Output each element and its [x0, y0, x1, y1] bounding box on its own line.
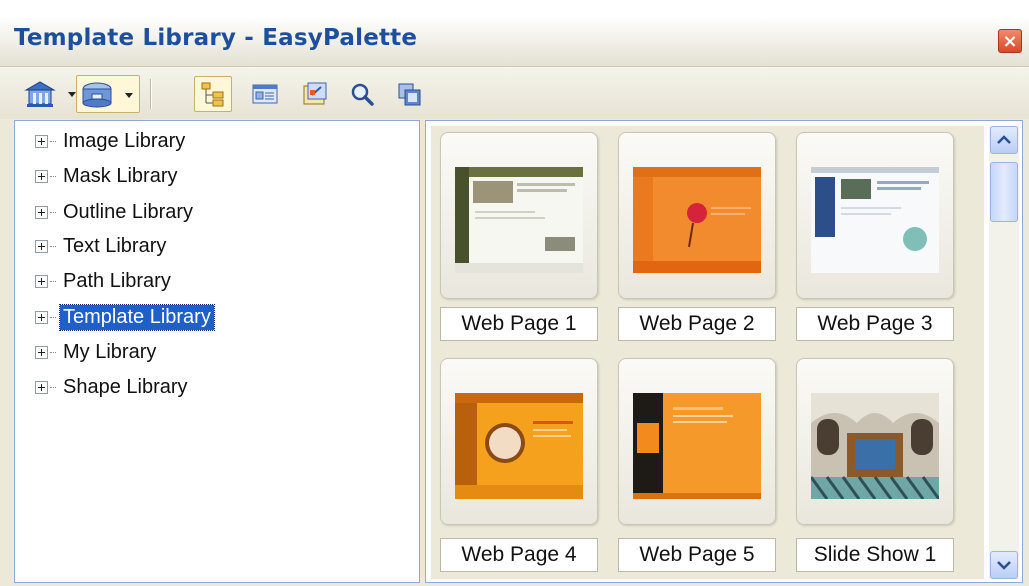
template-thumbnail[interactable] — [440, 132, 598, 299]
tree-connector — [50, 351, 56, 353]
tree-item-label[interactable]: Image Library — [60, 129, 188, 154]
web-page-thumbnail-image — [633, 167, 761, 273]
tree-connector — [50, 386, 56, 388]
copy-icon — [398, 83, 421, 106]
expand-plus-icon[interactable] — [35, 380, 48, 394]
template-library-window: Template Library - EasyPalette × Image L… — [0, 16, 1029, 586]
expand-plus-icon[interactable] — [35, 205, 48, 219]
search-button[interactable] — [344, 77, 380, 111]
template-thumbnail[interactable] — [618, 132, 776, 299]
library-box-button[interactable] — [76, 75, 140, 113]
web-page-thumbnail-image — [455, 393, 583, 499]
expand-plus-icon[interactable] — [35, 169, 48, 183]
tree-item-label[interactable]: Mask Library — [60, 164, 180, 189]
chevron-up-icon — [997, 135, 1011, 144]
template-thumbnail[interactable] — [440, 358, 598, 525]
expand-plus-icon[interactable] — [35, 239, 48, 253]
close-button[interactable]: × — [998, 29, 1022, 53]
tree-item-mask-library[interactable]: Mask Library — [35, 161, 180, 191]
web-page-thumbnail-image — [811, 167, 939, 273]
vertical-scrollbar[interactable] — [989, 126, 1019, 579]
tree-connector — [50, 140, 56, 142]
template-thumbnail[interactable] — [618, 358, 776, 525]
library-tree: Image Library Mask Library Outline Libra… — [14, 120, 420, 583]
tree-item-outline-library[interactable]: Outline Library — [35, 197, 196, 227]
tree-item-template-library[interactable]: Template Library — [35, 302, 215, 332]
library-home-icon — [24, 81, 56, 107]
expand-plus-icon[interactable] — [35, 310, 48, 324]
template-gallery: Web Page 1 Web Page 2 Web Page 3 Web Pag… — [425, 120, 1023, 583]
tree-item-shape-library[interactable]: Shape Library — [35, 372, 191, 402]
tree-item-label[interactable]: My Library — [60, 340, 159, 365]
template-caption[interactable]: Web Page 5 — [618, 538, 776, 572]
tree-connector — [50, 280, 56, 282]
window-title: Template Library - EasyPalette — [14, 25, 418, 51]
web-page-thumbnail-image — [455, 167, 583, 273]
tree-item-label[interactable]: Shape Library — [60, 375, 191, 400]
tree-item-label[interactable]: Outline Library — [60, 200, 196, 225]
dropdown-arrow-icon[interactable] — [125, 93, 133, 98]
scroll-down-button[interactable] — [990, 551, 1018, 579]
details-view-button[interactable] — [246, 77, 284, 111]
tree-item-label[interactable]: Template Library — [59, 303, 215, 331]
toolbar — [0, 67, 1029, 119]
scroll-thumb[interactable] — [990, 162, 1018, 222]
tree-connector — [50, 316, 56, 318]
template-caption[interactable]: Web Page 1 — [440, 307, 598, 341]
tree-connector — [50, 245, 56, 247]
tree-item-label[interactable]: Text Library — [60, 234, 169, 259]
template-caption[interactable]: Web Page 2 — [618, 307, 776, 341]
thumbnail-grid: Web Page 1 Web Page 2 Web Page 3 Web Pag… — [431, 126, 984, 579]
library-box-icon — [82, 82, 112, 108]
properties-icon — [303, 82, 327, 105]
chevron-down-icon — [997, 561, 1011, 570]
details-view-icon — [252, 84, 278, 104]
expand-plus-icon[interactable] — [35, 345, 48, 359]
tree-connector — [50, 211, 56, 213]
tree-item-path-library[interactable]: Path Library — [35, 266, 174, 296]
template-thumbnail[interactable] — [796, 132, 954, 299]
tree-view-icon — [201, 82, 224, 107]
web-page-thumbnail-image — [633, 393, 761, 499]
template-caption[interactable]: Web Page 3 — [796, 307, 954, 341]
tree-connector — [50, 175, 56, 177]
expand-plus-icon[interactable] — [35, 274, 48, 288]
tree-item-my-library[interactable]: My Library — [35, 337, 159, 367]
search-icon — [351, 83, 374, 106]
title-bar[interactable]: Template Library - EasyPalette × — [0, 16, 1029, 67]
copy-button[interactable] — [392, 77, 428, 111]
template-caption[interactable]: Web Page 4 — [440, 538, 598, 572]
properties-button[interactable] — [296, 77, 334, 111]
scroll-up-button[interactable] — [990, 126, 1018, 154]
template-thumbnail[interactable] — [796, 358, 954, 525]
template-caption[interactable]: Slide Show 1 — [796, 538, 954, 572]
tree-item-text-library[interactable]: Text Library — [35, 231, 169, 261]
expand-plus-icon[interactable] — [35, 134, 48, 148]
library-home-button[interactable] — [20, 77, 76, 111]
tree-item-image-library[interactable]: Image Library — [35, 126, 188, 156]
toolbar-separator — [150, 79, 152, 109]
dropdown-arrow-icon[interactable] — [68, 92, 76, 97]
slide-show-thumbnail-image — [811, 393, 939, 499]
tree-item-label[interactable]: Path Library — [60, 269, 174, 294]
tree-view-button[interactable] — [194, 76, 232, 112]
